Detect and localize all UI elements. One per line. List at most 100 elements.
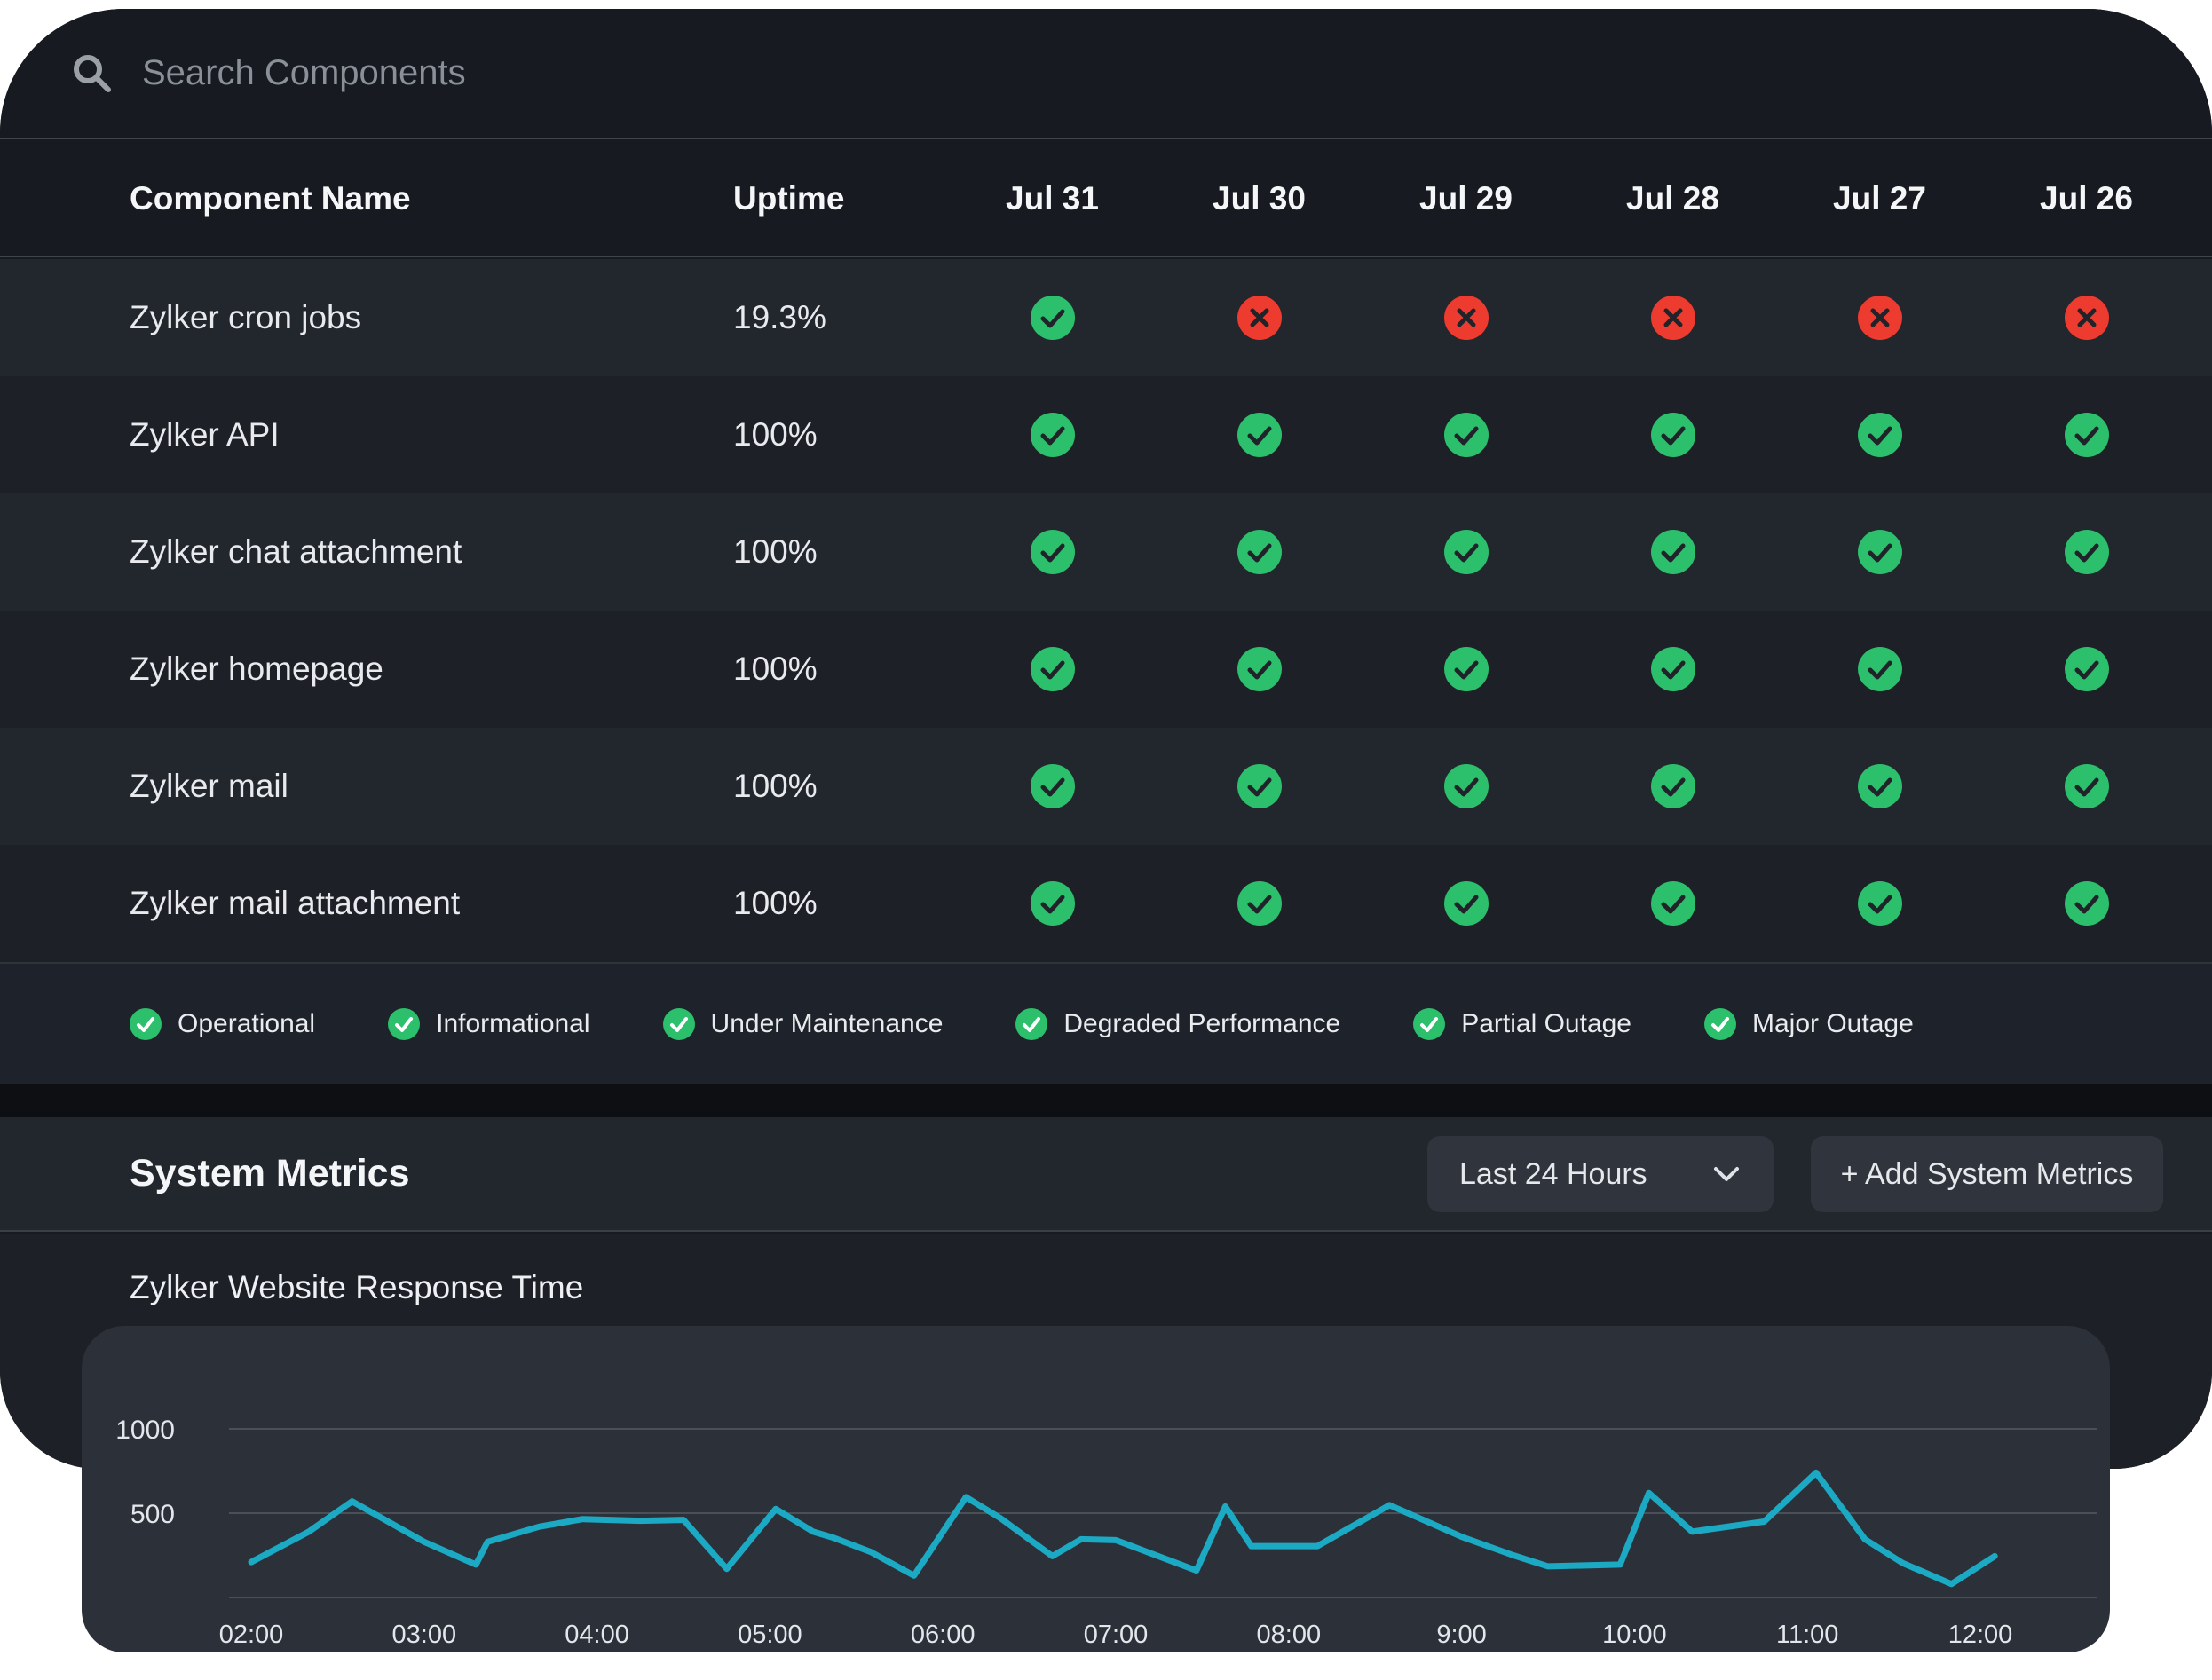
status-operational-icon <box>1858 647 1902 691</box>
status-operational-icon <box>2065 881 2109 926</box>
daily-status-cell <box>949 530 1156 574</box>
status-operational-icon <box>1651 881 1695 926</box>
status-outage-icon <box>2065 296 2109 340</box>
status-outage-icon <box>1651 296 1695 340</box>
section-separator <box>0 1084 2212 1117</box>
status-operational-icon <box>1237 413 1282 457</box>
legend-status-icon <box>663 1008 695 1040</box>
legend-item: Informational <box>388 1008 589 1040</box>
status-outage-icon <box>1858 296 1902 340</box>
x-tick-label: 12:00 <box>1948 1621 2013 1649</box>
status-operational-icon <box>2065 413 2109 457</box>
legend-status-icon <box>1015 1008 1047 1040</box>
status-page: Component NameUptimeJul 31Jul 30Jul 29Ju… <box>0 0 2212 1680</box>
component-row: Zylker cron jobs19.3% <box>0 259 2212 376</box>
daily-status-cell <box>1363 881 1569 926</box>
component-name: Zylker chat attachment <box>130 533 733 571</box>
daily-status-cell <box>1983 881 2190 926</box>
legend-status-icon <box>1413 1008 1445 1040</box>
legend-item: Major Outage <box>1704 1008 1914 1040</box>
col-date: Jul 28 <box>1569 180 1776 217</box>
x-tick-label: 06:00 <box>911 1621 976 1649</box>
daily-status-cell <box>1156 413 1363 457</box>
daily-status-cell <box>1776 296 1983 340</box>
daily-status-cell <box>1363 764 1569 808</box>
legend-label: Under Maintenance <box>711 1009 944 1039</box>
chart-title: Zylker Website Response Time <box>0 1234 2212 1306</box>
daily-status-cell <box>949 296 1156 340</box>
component-name: Zylker cron jobs <box>130 299 733 336</box>
uptime-value: 100% <box>733 651 949 688</box>
status-operational-icon <box>1651 764 1695 808</box>
status-operational-icon <box>1858 413 1902 457</box>
daily-status-cell <box>1363 647 1569 691</box>
daily-status-cell <box>1983 296 2190 340</box>
component-name: Zylker homepage <box>130 651 733 688</box>
legend-status-icon <box>1704 1008 1736 1040</box>
daily-status-cell <box>949 764 1156 808</box>
component-row: Zylker mail attachment100% <box>0 845 2212 962</box>
response-time-chart-card: 100050002:0003:0004:0005:0006:0007:0008:… <box>82 1326 2110 1652</box>
col-date: Jul 30 <box>1156 180 1363 217</box>
x-tick-label: 02:00 <box>219 1621 284 1649</box>
time-range-dropdown[interactable]: Last 24 Hours <box>1427 1136 1774 1212</box>
x-tick-label: 10:00 <box>1602 1621 1667 1649</box>
status-operational-icon <box>1444 764 1489 808</box>
status-legend: OperationalInformationalUnder Maintenanc… <box>0 962 2212 1084</box>
daily-status-cell <box>1569 764 1776 808</box>
legend-label: Major Outage <box>1752 1009 1914 1039</box>
daily-status-cell <box>1776 413 1983 457</box>
x-tick-label: 05:00 <box>738 1621 802 1649</box>
status-operational-icon <box>1651 530 1695 574</box>
status-operational-icon <box>1237 881 1282 926</box>
status-operational-icon <box>1651 413 1695 457</box>
search-input[interactable] <box>140 52 939 94</box>
daily-status-cell <box>1569 296 1776 340</box>
col-date: Jul 29 <box>1363 180 1569 217</box>
daily-status-cell <box>1363 530 1569 574</box>
component-row: Zylker chat attachment100% <box>0 493 2212 611</box>
status-operational-icon <box>1031 296 1075 340</box>
col-date: Jul 31 <box>949 180 1156 217</box>
component-row: Zylker homepage100% <box>0 611 2212 728</box>
time-range-value: Last 24 Hours <box>1459 1157 1647 1192</box>
uptime-value: 100% <box>733 416 949 454</box>
daily-status-cell <box>1156 881 1363 926</box>
legend-label: Partial Outage <box>1461 1009 1631 1039</box>
status-operational-icon <box>1237 647 1282 691</box>
status-operational-icon <box>1858 764 1902 808</box>
status-panel: Component NameUptimeJul 31Jul 30Jul 29Ju… <box>0 9 2212 1469</box>
daily-status-cell <box>1156 647 1363 691</box>
daily-status-cell <box>1983 647 2190 691</box>
component-name: Zylker mail <box>130 768 733 805</box>
daily-status-cell <box>949 647 1156 691</box>
status-operational-icon <box>1651 647 1695 691</box>
uptime-value: 100% <box>733 768 949 805</box>
x-tick-label: 04:00 <box>565 1621 629 1649</box>
x-tick-label: 9:00 <box>1436 1621 1486 1649</box>
add-system-metrics-button[interactable]: + Add System Metrics <box>1811 1136 2163 1212</box>
legend-status-icon <box>130 1008 162 1040</box>
daily-status-cell <box>1983 413 2190 457</box>
daily-status-cell <box>1776 530 1983 574</box>
daily-status-cell <box>949 413 1156 457</box>
y-tick-label: 1000 <box>115 1416 175 1445</box>
daily-status-cell <box>1156 530 1363 574</box>
table-header: Component NameUptimeJul 31Jul 30Jul 29Ju… <box>0 141 2212 257</box>
status-operational-icon <box>1858 881 1902 926</box>
legend-label: Informational <box>436 1009 589 1039</box>
daily-status-cell <box>1776 764 1983 808</box>
status-operational-icon <box>2065 764 2109 808</box>
status-operational-icon <box>1444 530 1489 574</box>
col-date: Jul 27 <box>1776 180 1983 217</box>
x-tick-label: 08:00 <box>1257 1621 1322 1649</box>
legend-label: Degraded Performance <box>1063 1009 1340 1039</box>
col-component-name: Component Name <box>130 180 733 217</box>
daily-status-cell <box>1983 764 2190 808</box>
daily-status-cell <box>1983 530 2190 574</box>
daily-status-cell <box>1569 530 1776 574</box>
x-tick-label: 07:00 <box>1084 1621 1149 1649</box>
status-operational-icon <box>1237 530 1282 574</box>
system-metrics-title: System Metrics <box>130 1152 410 1195</box>
y-tick-label: 500 <box>130 1500 175 1529</box>
